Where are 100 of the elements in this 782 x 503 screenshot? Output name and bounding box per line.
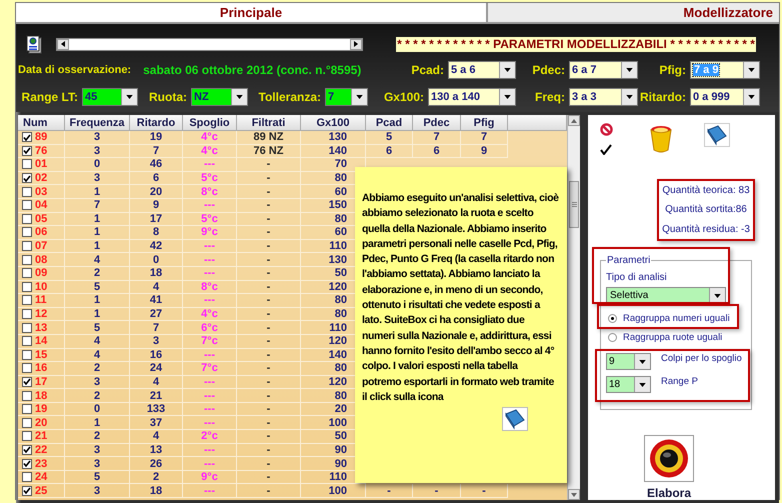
- table-cell: 6°c: [183, 321, 237, 335]
- table-cell: 7: [461, 131, 508, 145]
- table-cell: -: [413, 484, 461, 498]
- table-cell: ---: [183, 484, 237, 498]
- dropdown[interactable]: NZ: [191, 88, 248, 106]
- column-header[interactable]: Frequenza: [65, 115, 130, 131]
- table-cell: 3: [65, 444, 130, 458]
- dropdown[interactable]: 45: [82, 88, 138, 106]
- column-header[interactable]: Pcad: [366, 115, 413, 131]
- table-cell: 7: [65, 198, 130, 213]
- field-label: Colpi per lo spoglio: [661, 353, 742, 364]
- table-cell: 1: [65, 308, 130, 322]
- dropdown[interactable]: 0 a 999: [690, 88, 760, 106]
- table-cell: 1: [65, 185, 130, 199]
- table-cell: -: [461, 484, 508, 498]
- table-cell: -: [237, 240, 301, 254]
- table-cell: 2: [130, 470, 183, 484]
- table-cell: 37: [130, 416, 183, 430]
- dropdown[interactable]: 7: [325, 88, 368, 106]
- column-header[interactable]: Num: [18, 115, 65, 131]
- table-cell: 5: [65, 280, 130, 294]
- column-header[interactable]: Pdec: [413, 115, 461, 131]
- column-header[interactable]: Pfig: [461, 115, 508, 131]
- row-number: 12: [35, 308, 48, 320]
- table-cell: 133: [130, 402, 183, 416]
- table-cell: 5°c: [183, 172, 237, 186]
- table-cell: 8°c: [183, 280, 237, 294]
- row-number: 24: [35, 471, 48, 484]
- row-number: 11: [35, 294, 47, 306]
- field-label: Range P: [661, 376, 698, 387]
- row-number: 23: [35, 458, 48, 470]
- table-cell: 24: [130, 362, 183, 376]
- table-cell: 46: [130, 158, 183, 172]
- table-cell: 2: [65, 362, 130, 376]
- table-cell: 17: [130, 212, 183, 226]
- field-label: Gx100:: [384, 90, 424, 104]
- date-value: sabato 06 ottobre 2012 (conc. n.°8595): [143, 63, 362, 77]
- table-cell: -: [366, 484, 413, 498]
- table-cell: 3: [65, 457, 130, 471]
- dropdown[interactable]: 6 a 7: [569, 61, 638, 79]
- table-cell: ---: [183, 402, 237, 416]
- field-label: Ruota:: [149, 90, 187, 104]
- column-header[interactable]: Spoglio: [183, 115, 237, 131]
- column-header[interactable]: Gx100: [301, 115, 366, 131]
- row-number: 03: [35, 186, 48, 198]
- table-cell: -: [237, 280, 301, 294]
- table-cell: 7°c: [183, 362, 237, 376]
- row-number: 01: [35, 158, 48, 170]
- radio-label[interactable]: Raggruppa ruote uguali: [623, 332, 722, 343]
- table-cell: -: [237, 457, 301, 471]
- table-cell: 4°c: [183, 308, 237, 322]
- tab[interactable]: Modellizzatore: [487, 3, 779, 22]
- radio-label[interactable]: Raggruppa numeri uguali: [623, 313, 730, 324]
- field-label: Ritardo:: [640, 90, 686, 104]
- row-number: 20: [35, 416, 48, 429]
- table-cell: -: [237, 444, 301, 458]
- field-label: Tolleranza:: [258, 90, 321, 104]
- table-cell: 130: [301, 131, 366, 145]
- table-cell: 4: [130, 376, 183, 390]
- dropdown[interactable]: 5 a 6: [448, 61, 516, 79]
- dropdown[interactable]: 130 a 140: [428, 88, 516, 106]
- table-cell: 7: [130, 321, 183, 335]
- table-cell: 3: [65, 131, 130, 145]
- table-cell: -: [237, 253, 301, 267]
- table-cell: -: [237, 416, 301, 430]
- table-cell: 4°c: [183, 144, 237, 158]
- table-cell: 19: [130, 131, 183, 145]
- table-cell: ---: [183, 416, 237, 430]
- dropdown[interactable]: 9: [606, 353, 651, 370]
- table-cell: 42: [130, 240, 183, 254]
- table-cell: 4: [65, 253, 130, 267]
- table-cell: ---: [183, 266, 237, 281]
- table-cell: 41: [130, 294, 183, 308]
- table-cell: 5°c: [183, 212, 237, 226]
- row-number: 16: [35, 362, 48, 374]
- table-cell: 21: [130, 389, 183, 403]
- field-label: Pdec:: [532, 63, 565, 77]
- table-cell: ---: [183, 389, 237, 403]
- table-cell: -: [237, 484, 301, 498]
- table-cell: 18: [130, 266, 183, 281]
- row-number: 17: [35, 376, 48, 388]
- table-cell: ---: [183, 457, 237, 471]
- row-number: 14: [35, 335, 48, 348]
- stat-text: Quantità teorica: 83: [662, 185, 750, 196]
- row-number: 22: [35, 444, 48, 456]
- table-cell: -: [237, 308, 301, 322]
- row-number: 02: [35, 172, 48, 184]
- table-cell: 9: [130, 198, 183, 213]
- table-cell: 2: [65, 389, 130, 403]
- run-button[interactable]: Elabora: [645, 435, 693, 500]
- table-cell: 6: [130, 172, 183, 186]
- dropdown[interactable]: 3 a 3: [569, 88, 638, 106]
- dropdown[interactable]: 18: [606, 376, 651, 393]
- column-header[interactable]: Filtrati: [237, 115, 301, 131]
- table-cell: -: [237, 185, 301, 199]
- section-banner: * * * * * * * * * * * * PARAMETRI MODELLIZZABILI * * * * * * * * * * *: [396, 36, 756, 52]
- row-number: 15: [35, 348, 48, 361]
- column-header[interactable]: Ritardo: [130, 115, 183, 131]
- table-cell: 27: [130, 308, 183, 322]
- row-number: 76: [35, 144, 48, 157]
